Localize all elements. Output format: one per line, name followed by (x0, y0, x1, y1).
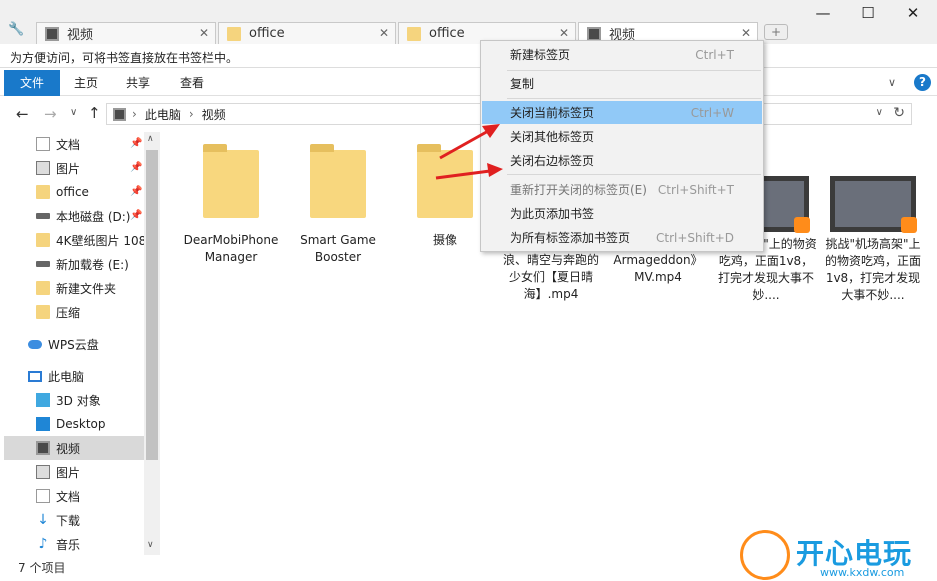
arrow-to-close-right (435, 163, 503, 180)
watermark-url: www.kxdw.com (820, 566, 905, 579)
watermark-logo: 开心电玩 www.kxdw.com (740, 528, 937, 581)
arrow-to-close-current (439, 124, 500, 160)
mascot-icon (740, 530, 790, 580)
annotation-arrows (435, 124, 503, 180)
